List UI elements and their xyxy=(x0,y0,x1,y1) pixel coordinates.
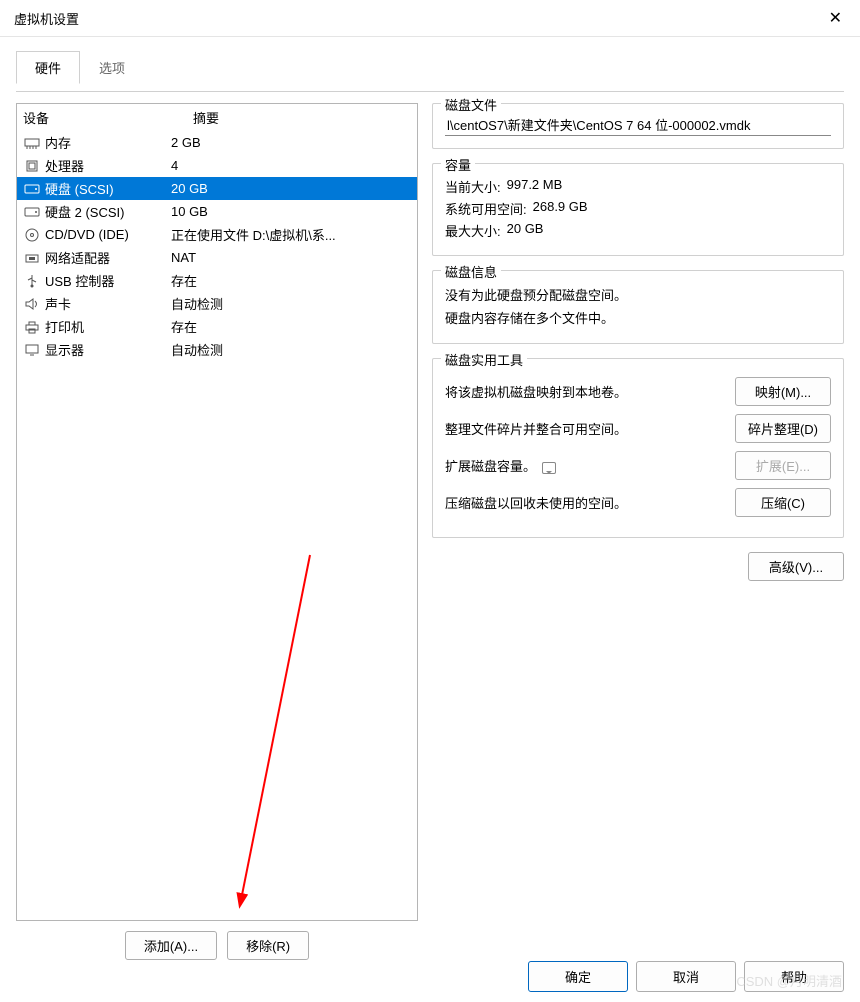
device-name: USB 控制器 xyxy=(45,271,114,290)
remove-button[interactable]: 移除(R) xyxy=(227,931,309,960)
disk-info-line2: 硬盘内容存储在多个文件中。 xyxy=(445,308,831,327)
device-row[interactable]: 网络适配器 NAT xyxy=(17,246,417,269)
device-name: 硬盘 (SCSI) xyxy=(45,179,114,198)
cd-icon xyxy=(23,227,41,243)
device-row[interactable]: 打印机 存在 xyxy=(17,315,417,338)
cancel-button[interactable]: 取消 xyxy=(636,961,736,992)
defrag-desc: 整理文件碎片并整合可用空间。 xyxy=(445,419,725,438)
current-size-label: 当前大小: xyxy=(445,177,501,196)
disk-file-title: 磁盘文件 xyxy=(441,95,501,114)
tab-hardware[interactable]: 硬件 xyxy=(16,51,80,84)
advanced-button[interactable]: 高级(V)... xyxy=(748,552,844,581)
usb-icon xyxy=(23,273,41,289)
device-summary: 10 GB xyxy=(171,204,411,219)
defrag-button[interactable]: 碎片整理(D) xyxy=(735,414,831,443)
max-size-label: 最大大小: xyxy=(445,221,501,240)
device-summary: 自动检测 xyxy=(171,340,411,359)
map-desc: 将该虚拟机磁盘映射到本地卷。 xyxy=(445,382,725,401)
device-row[interactable]: 处理器 4 xyxy=(17,154,417,177)
capacity-group: 容量 当前大小:997.2 MB 系统可用空间:268.9 GB 最大大小:20… xyxy=(432,163,844,256)
expand-button: 扩展(E)... xyxy=(735,451,831,480)
display-icon xyxy=(23,342,41,358)
printer-icon xyxy=(23,319,41,335)
device-summary: 存在 xyxy=(171,271,411,290)
compact-button[interactable]: 压缩(C) xyxy=(735,488,831,517)
free-space-value: 268.9 GB xyxy=(533,199,588,218)
device-row[interactable]: CD/DVD (IDE) 正在使用文件 D:\虚拟机\系... xyxy=(17,223,417,246)
device-list-box: 设备 摘要 内存 2 GB 处理器 4 硬盘 (SCSI) 20 GB 硬盘 2 (SCSI… xyxy=(16,103,418,921)
device-summary: 存在 xyxy=(171,317,411,336)
disk-icon xyxy=(23,204,41,220)
device-summary: 正在使用文件 D:\虚拟机\系... xyxy=(171,225,411,244)
disk-info-line1: 没有为此硬盘预分配磁盘空间。 xyxy=(445,285,831,304)
disk-tools-group: 磁盘实用工具 将该虚拟机磁盘映射到本地卷。 映射(M)... 整理文件碎片并整合… xyxy=(432,358,844,538)
device-row[interactable]: 显示器 自动检测 xyxy=(17,338,417,361)
device-summary: NAT xyxy=(171,250,411,265)
device-name: 网络适配器 xyxy=(45,248,110,267)
disk-file-group: 磁盘文件 xyxy=(432,103,844,149)
capacity-title: 容量 xyxy=(441,155,475,174)
device-name: 声卡 xyxy=(45,294,71,313)
window-title: 虚拟机设置 xyxy=(14,9,79,28)
device-summary: 20 GB xyxy=(171,181,411,196)
disk-icon xyxy=(23,181,41,197)
disk-file-path[interactable] xyxy=(445,114,831,136)
comment-icon xyxy=(542,462,556,474)
sound-icon xyxy=(23,296,41,312)
help-button[interactable]: 帮助 xyxy=(744,961,844,992)
add-button[interactable]: 添加(A)... xyxy=(125,931,217,960)
device-name: 硬盘 2 (SCSI) xyxy=(45,202,124,221)
disk-tools-title: 磁盘实用工具 xyxy=(441,350,527,369)
disk-info-group: 磁盘信息 没有为此硬盘预分配磁盘空间。 硬盘内容存储在多个文件中。 xyxy=(432,270,844,344)
device-name: 处理器 xyxy=(45,156,84,175)
device-row[interactable]: 硬盘 2 (SCSI) 10 GB xyxy=(17,200,417,223)
device-row[interactable]: 内存 2 GB xyxy=(17,131,417,154)
device-name: 内存 xyxy=(45,133,71,152)
expand-desc: 扩展磁盘容量。 xyxy=(445,456,725,475)
ok-button[interactable]: 确定 xyxy=(528,961,628,992)
device-summary: 4 xyxy=(171,158,411,173)
device-summary: 2 GB xyxy=(171,135,411,150)
close-icon[interactable]: ✕ xyxy=(821,6,850,30)
tab-options[interactable]: 选项 xyxy=(80,51,144,84)
column-summary: 摘要 xyxy=(193,108,219,127)
memory-icon xyxy=(23,135,41,151)
device-summary: 自动检测 xyxy=(171,294,411,313)
device-row[interactable]: 声卡 自动检测 xyxy=(17,292,417,315)
free-space-label: 系统可用空间: xyxy=(445,199,527,218)
disk-info-title: 磁盘信息 xyxy=(441,262,501,281)
cpu-icon xyxy=(23,158,41,174)
device-row[interactable]: 硬盘 (SCSI) 20 GB xyxy=(17,177,417,200)
device-name: CD/DVD (IDE) xyxy=(45,227,129,242)
compact-desc: 压缩磁盘以回收未使用的空间。 xyxy=(445,493,725,512)
device-name: 显示器 xyxy=(45,340,84,359)
current-size-value: 997.2 MB xyxy=(507,177,563,196)
device-row[interactable]: USB 控制器 存在 xyxy=(17,269,417,292)
max-size-value: 20 GB xyxy=(507,221,544,240)
device-name: 打印机 xyxy=(45,317,84,336)
column-device: 设备 xyxy=(23,108,193,127)
map-button[interactable]: 映射(M)... xyxy=(735,377,831,406)
net-icon xyxy=(23,250,41,266)
